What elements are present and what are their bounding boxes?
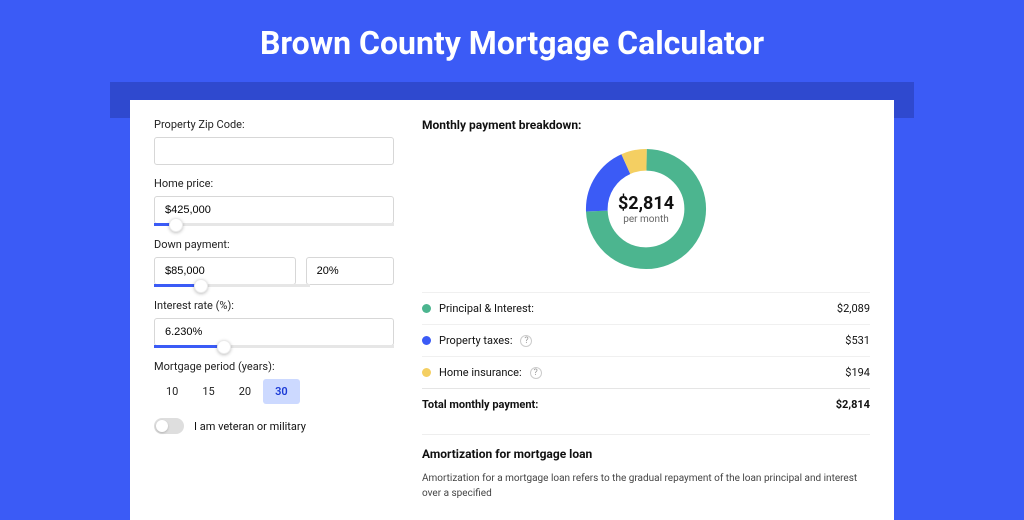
down-payment-amount-input[interactable] [154, 257, 296, 285]
period-tab-20[interactable]: 20 [227, 379, 263, 404]
period-tab-30[interactable]: 30 [263, 379, 300, 404]
row-insurance: Home insurance: ? $194 [422, 356, 870, 388]
label-insurance: Home insurance: [439, 366, 522, 379]
zip-input[interactable] [154, 137, 394, 165]
zip-field-group: Property Zip Code: [154, 118, 394, 165]
home-price-group: Home price: [154, 177, 394, 226]
period-label: Mortgage period (years): [154, 360, 394, 373]
home-price-thumb[interactable] [169, 218, 183, 232]
period-tabs: 10 15 20 30 [154, 379, 394, 404]
donut-sub: per month [618, 214, 674, 225]
veteran-toggle[interactable] [154, 418, 184, 434]
down-payment-percent-input[interactable] [306, 257, 394, 285]
period-tab-10[interactable]: 10 [154, 379, 190, 404]
down-payment-slider[interactable] [154, 284, 310, 287]
dot-principal [422, 304, 431, 313]
donut-center: $2,814 per month [618, 193, 674, 225]
dot-taxes [422, 336, 431, 345]
interest-rate-slider[interactable] [154, 345, 394, 348]
page-title: Brown County Mortgage Calculator [0, 0, 1024, 82]
interest-rate-thumb[interactable] [217, 340, 231, 354]
breakdown-column: Monthly payment breakdown: $2,814 per mo… [422, 118, 870, 502]
info-icon[interactable]: ? [520, 335, 532, 347]
down-payment-group: Down payment: [154, 238, 394, 287]
label-principal: Principal & Interest: [439, 302, 534, 315]
interest-rate-group: Interest rate (%): [154, 299, 394, 348]
label-taxes: Property taxes: [439, 334, 512, 347]
period-group: Mortgage period (years): 10 15 20 30 [154, 360, 394, 404]
veteran-row: I am veteran or military [154, 418, 394, 434]
home-price-input[interactable] [154, 196, 394, 224]
toggle-knob [156, 420, 168, 432]
donut-wrap: $2,814 per month [422, 144, 870, 274]
down-payment-label: Down payment: [154, 238, 394, 251]
row-taxes: Property taxes: ? $531 [422, 324, 870, 356]
amortization-text: Amortization for a mortgage loan refers … [422, 471, 870, 501]
dot-insurance [422, 368, 431, 377]
label-total: Total monthly payment: [422, 398, 538, 411]
calculator-card: Property Zip Code: Home price: Down paym… [130, 100, 894, 520]
row-total: Total monthly payment: $2,814 [422, 388, 870, 420]
breakdown-title: Monthly payment breakdown: [422, 118, 870, 132]
veteran-label: I am veteran or military [194, 420, 306, 433]
zip-label: Property Zip Code: [154, 118, 394, 131]
value-total: $2,814 [836, 398, 870, 411]
interest-rate-label: Interest rate (%): [154, 299, 394, 312]
donut-amount: $2,814 [618, 193, 674, 214]
value-insurance: $194 [845, 366, 870, 379]
amortization-box: Amortization for mortgage loan Amortizat… [422, 434, 870, 501]
form-column: Property Zip Code: Home price: Down paym… [154, 118, 394, 502]
down-payment-thumb[interactable] [194, 279, 208, 293]
value-taxes: $531 [845, 334, 870, 347]
period-tab-15[interactable]: 15 [190, 379, 226, 404]
interest-rate-input[interactable] [154, 318, 394, 346]
amortization-title: Amortization for mortgage loan [422, 447, 870, 461]
home-price-slider[interactable] [154, 223, 394, 226]
row-principal: Principal & Interest: $2,089 [422, 292, 870, 324]
value-principal: $2,089 [837, 302, 870, 315]
info-icon[interactable]: ? [530, 367, 542, 379]
home-price-label: Home price: [154, 177, 394, 190]
